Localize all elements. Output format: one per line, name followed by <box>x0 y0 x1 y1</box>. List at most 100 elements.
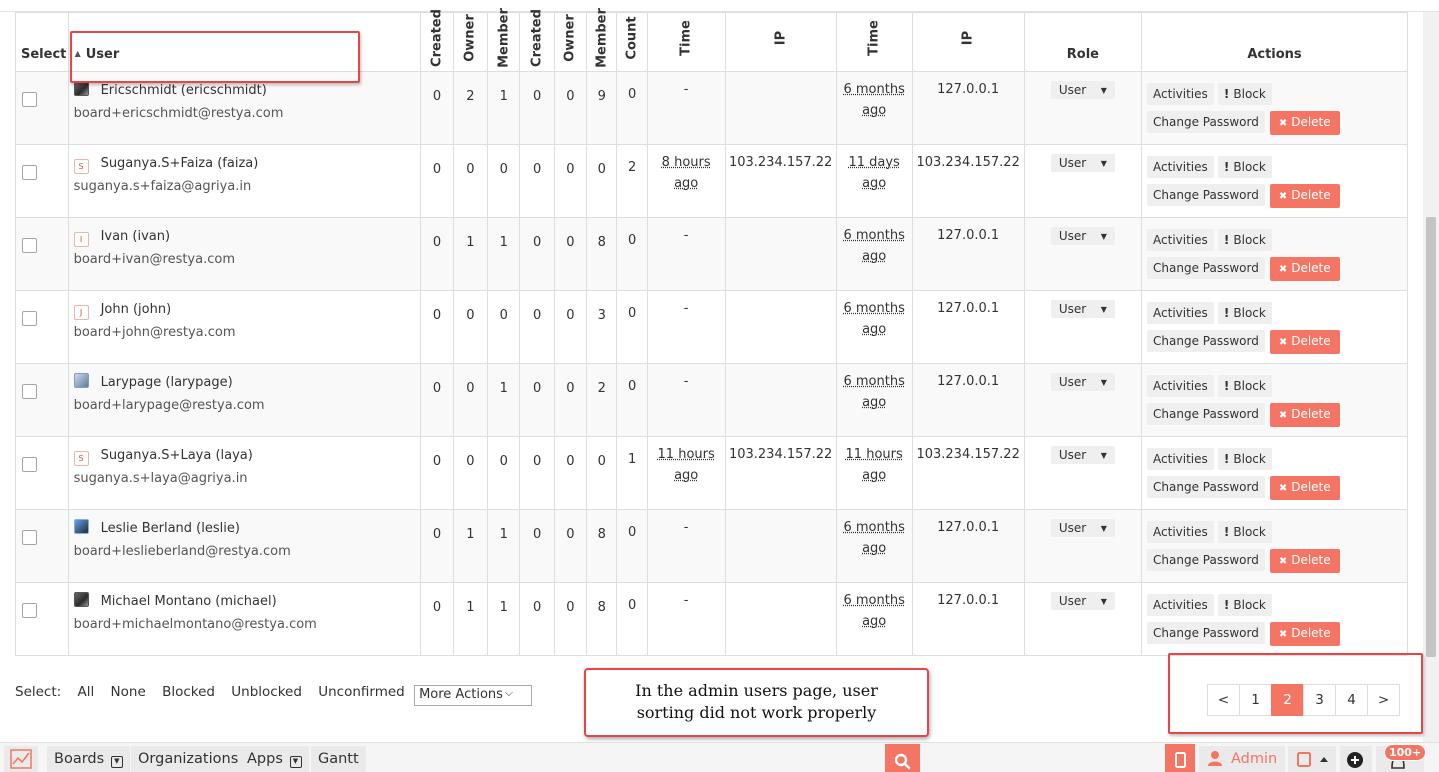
admin-menu[interactable]: Admin <box>1199 746 1286 772</box>
user-name-link[interactable]: Larypage (larypage) <box>101 375 233 390</box>
registered-time: 6 months ago <box>835 363 913 437</box>
header-role[interactable]: Role <box>1023 12 1143 72</box>
search-button[interactable] <box>885 744 920 772</box>
select-all-link[interactable]: All <box>78 684 95 700</box>
organizations-link[interactable]: Organizations <box>131 746 246 772</box>
row-checkbox[interactable] <box>22 92 37 107</box>
scrollbar-thumb[interactable] <box>1426 217 1436 657</box>
header-registered-ip[interactable]: IP <box>911 12 1025 72</box>
change-password-button[interactable]: Change Password <box>1147 257 1265 279</box>
pagination-page-3[interactable]: 3 <box>1303 684 1336 716</box>
member-boards-count: 1 <box>487 509 521 583</box>
role-dropdown[interactable]: User ▼ <box>1050 519 1115 537</box>
role-dropdown[interactable]: User ▼ <box>1050 592 1115 610</box>
activities-button[interactable]: Activities <box>1147 375 1214 397</box>
role-dropdown[interactable]: User ▼ <box>1050 373 1115 391</box>
board-quick-menu[interactable] <box>1288 746 1336 772</box>
select-unconfirmed-link[interactable]: Unconfirmed <box>318 684 405 700</box>
change-password-button[interactable]: Change Password <box>1147 330 1265 352</box>
role-dropdown[interactable]: User ▼ <box>1050 154 1115 172</box>
change-password-button[interactable]: Change Password <box>1147 184 1265 206</box>
delete-button[interactable]: ✖ Delete <box>1269 111 1340 135</box>
more-actions-select[interactable]: More Actions ⌵ <box>414 685 533 706</box>
delete-button[interactable]: ✖ Delete <box>1269 476 1340 500</box>
avatar <box>73 519 89 534</box>
header-owner-orgs[interactable]: Owner <box>553 12 588 72</box>
change-password-button[interactable]: Change Password <box>1147 622 1265 644</box>
vertical-scrollbar[interactable] <box>1423 12 1439 742</box>
role-dropdown[interactable]: User ▼ <box>1050 300 1115 318</box>
activities-button[interactable]: Activities <box>1147 521 1214 543</box>
block-button[interactable]: ! Block <box>1217 521 1272 543</box>
activities-button[interactable]: Activities <box>1147 302 1214 324</box>
row-checkbox[interactable] <box>22 530 37 545</box>
actions-cell: Activities ! Block Change Password ✖ Delete <box>1141 290 1408 364</box>
user-name-link[interactable]: Ericschmidt (ericschmidt) <box>101 83 267 98</box>
user-name-link[interactable]: John (john) <box>101 302 172 317</box>
delete-button[interactable]: ✖ Delete <box>1269 184 1340 208</box>
block-button[interactable]: ! Block <box>1217 448 1272 470</box>
block-button[interactable]: ! Block <box>1217 83 1272 105</box>
block-button[interactable]: ! Block <box>1217 594 1272 616</box>
user-name-link[interactable]: Suganya.S+Laya (laya) <box>101 448 253 463</box>
delete-button[interactable]: ✖ Delete <box>1269 622 1340 646</box>
user-name-link[interactable]: Leslie Berland (leslie) <box>101 521 240 536</box>
delete-button[interactable]: ✖ Delete <box>1269 257 1340 281</box>
header-last-login-time[interactable]: Time <box>646 12 726 72</box>
user-name-link[interactable]: Ivan (ivan) <box>101 229 171 244</box>
row-checkbox[interactable] <box>22 238 37 253</box>
select-blocked-link[interactable]: Blocked <box>162 684 215 700</box>
delete-button[interactable]: ✖ Delete <box>1269 403 1340 427</box>
header-last-login-ip[interactable]: IP <box>724 12 837 72</box>
row-checkbox[interactable] <box>22 384 37 399</box>
row-checkbox[interactable] <box>22 457 37 472</box>
activities-button[interactable]: Activities <box>1147 83 1214 105</box>
user-name-link[interactable]: Suganya.S+Faiza (faiza) <box>101 156 259 171</box>
row-checkbox[interactable] <box>22 603 37 618</box>
activities-button[interactable]: Activities <box>1147 594 1214 616</box>
row-checkbox[interactable] <box>22 311 37 326</box>
header-registered-time[interactable]: Time <box>835 12 913 72</box>
apps-menu[interactable]: Apps ▼ <box>240 746 309 772</box>
created-orgs-count: 0 <box>519 436 555 510</box>
header-login-count[interactable]: Count <box>616 12 648 72</box>
pagination-page-4[interactable]: 4 <box>1335 684 1368 716</box>
block-button[interactable]: ! Block <box>1217 229 1272 251</box>
user-email: suganya.s+laya@agriya.in <box>73 471 248 486</box>
role-dropdown[interactable]: User ▼ <box>1050 227 1115 245</box>
change-password-button[interactable]: Change Password <box>1147 403 1265 425</box>
change-password-button[interactable]: Change Password <box>1147 111 1265 133</box>
header-created-orgs[interactable]: Created <box>519 9 555 72</box>
owner-boards-count: 1 <box>452 582 489 656</box>
header-member-boards[interactable]: Member <box>487 8 521 72</box>
pagination-page-1[interactable]: 1 <box>1239 684 1272 716</box>
activities-button[interactable]: Activities <box>1147 229 1214 251</box>
select-unblocked-link[interactable]: Unblocked <box>231 684 302 700</box>
change-password-button[interactable]: Change Password <box>1147 476 1265 498</box>
mobile-button[interactable] <box>1165 744 1195 772</box>
pagination-next[interactable]: > <box>1367 684 1400 716</box>
block-button[interactable]: ! Block <box>1217 302 1272 324</box>
boards-menu[interactable]: Boards ▼ <box>47 746 130 772</box>
activities-button[interactable]: Activities <box>1147 156 1214 178</box>
add-button[interactable] <box>1340 746 1372 772</box>
activities-button[interactable]: Activities <box>1147 448 1214 470</box>
block-button[interactable]: ! Block <box>1217 156 1272 178</box>
header-member-orgs[interactable]: Member <box>586 8 618 72</box>
header-created-boards[interactable]: Created <box>420 9 454 72</box>
pagination-page-2[interactable]: 2 <box>1271 684 1304 716</box>
delete-button[interactable]: ✖ Delete <box>1269 549 1340 573</box>
pagination-prev[interactable]: < <box>1207 684 1240 716</box>
select-none-link[interactable]: None <box>111 684 146 700</box>
user-name-link[interactable]: Michael Montano (michael) <box>101 594 277 609</box>
role-dropdown[interactable]: User ▼ <box>1050 81 1115 99</box>
row-checkbox[interactable] <box>22 165 37 180</box>
header-owner-boards[interactable]: Owner <box>452 12 489 72</box>
logo-button[interactable] <box>4 746 38 772</box>
delete-button[interactable]: ✖ Delete <box>1269 330 1340 354</box>
change-password-button[interactable]: Change Password <box>1147 549 1265 571</box>
block-button[interactable]: ! Block <box>1217 375 1272 397</box>
gantt-link[interactable]: Gantt <box>311 746 366 772</box>
role-dropdown[interactable]: User ▼ <box>1050 446 1115 464</box>
role-cell: User ▼ <box>1023 509 1143 583</box>
